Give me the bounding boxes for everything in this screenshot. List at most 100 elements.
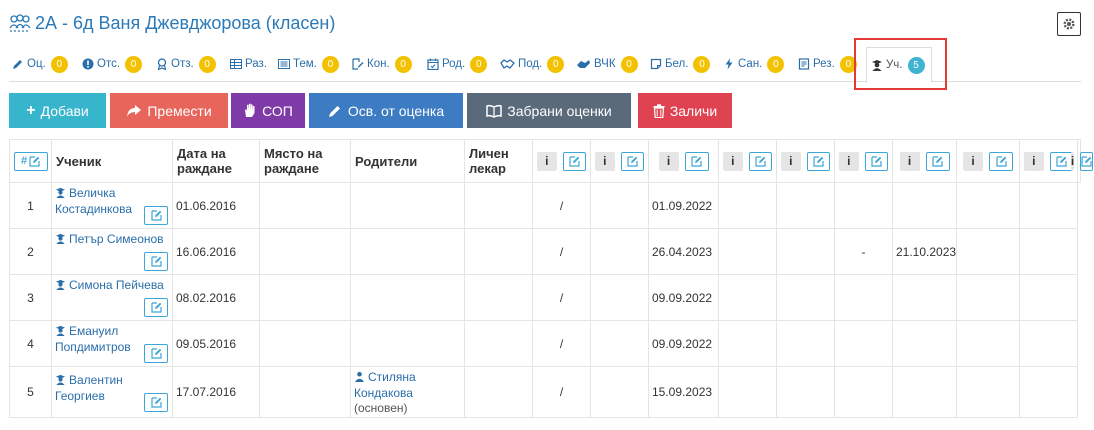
tab-label: Оц. xyxy=(27,58,46,70)
delete-button[interactable]: Заличи xyxy=(638,93,732,128)
col-header-extra: i xyxy=(1019,139,1078,183)
tab-label: Сан. xyxy=(738,58,763,70)
extra-cell xyxy=(590,274,649,321)
edit-student-button[interactable] xyxy=(144,298,168,317)
select-all-edit-button[interactable]: # xyxy=(13,151,48,171)
column-edit-button[interactable] xyxy=(620,151,644,171)
add-button[interactable]: + Добави xyxy=(9,93,106,128)
student-icon xyxy=(55,187,66,198)
plus-icon: + xyxy=(26,101,36,119)
edit-student-button[interactable] xyxy=(144,206,168,225)
sop-button[interactable]: СОП xyxy=(231,93,305,128)
edit-icon xyxy=(813,155,824,167)
table-row: 5 Валентин Георгиев 17.07.2016 Стиляна Конда… xyxy=(9,366,1081,418)
tab-grades[interactable]: Оц. 0 xyxy=(12,46,68,82)
move-button[interactable]: Премести xyxy=(110,93,228,128)
student-cell: Величка Костадинкова xyxy=(51,182,173,229)
edit-student-button[interactable] xyxy=(144,344,168,363)
student-icon xyxy=(55,233,66,244)
info-icon[interactable]: i xyxy=(1024,151,1044,171)
edit-icon xyxy=(150,302,162,313)
student-icon xyxy=(55,279,66,290)
info-icon[interactable]: i xyxy=(1070,151,1075,171)
students-table: # Ученик Дата на раждане Място на раждан… xyxy=(9,139,1094,418)
student-name-link[interactable]: Петър Симеонов xyxy=(55,232,164,246)
col-header-extra: i xyxy=(1070,139,1094,183)
tab-results[interactable]: Рез. 0 xyxy=(798,46,857,82)
tab-absences[interactable]: Отс. 0 xyxy=(82,46,143,82)
tab-topics[interactable]: Тем. 0 xyxy=(278,46,339,82)
edit-icon xyxy=(29,155,40,167)
tab-tests[interactable]: Кон. 0 xyxy=(352,46,412,82)
birthplace-cell xyxy=(259,320,351,367)
tab-sanctions[interactable]: Сан. 0 xyxy=(723,46,785,82)
column-edit-button[interactable] xyxy=(1080,151,1094,171)
settings-button[interactable] xyxy=(1057,12,1081,36)
forbid-grades-button[interactable]: Забрани оценки xyxy=(467,93,631,128)
info-icon[interactable]: i xyxy=(723,151,743,171)
column-edit-button[interactable] xyxy=(989,151,1013,171)
tab-extracurricular[interactable]: ВЧК 0 xyxy=(576,46,638,82)
tab-count-badge: 0 xyxy=(198,55,216,73)
parents-cell xyxy=(350,320,465,367)
edit-student-button[interactable] xyxy=(144,252,168,271)
student-name-link[interactable]: Емануил Попдимитров xyxy=(55,324,131,354)
column-edit-button[interactable] xyxy=(925,151,950,171)
extra-cell xyxy=(776,366,835,418)
column-edit-button[interactable] xyxy=(562,151,586,171)
column-edit-button[interactable] xyxy=(864,151,888,171)
document-icon xyxy=(798,58,810,70)
student-name-link[interactable]: Валентин Георгиев xyxy=(55,373,123,403)
col-header-extra: i xyxy=(776,139,835,183)
extra-cell: 09.09.2022 xyxy=(648,320,719,367)
tab-label: Кон. xyxy=(367,58,390,70)
row-number: 3 xyxy=(9,274,52,321)
student-name-line1: Величка xyxy=(69,186,116,200)
edit-icon xyxy=(691,155,702,167)
column-edit-button[interactable] xyxy=(1049,151,1073,171)
tab-support[interactable]: Под. 0 xyxy=(500,46,565,82)
parent-link[interactable]: Стиляна Кондакова xyxy=(354,370,416,400)
pencil-icon xyxy=(13,60,22,69)
tab-label: Отс. xyxy=(97,58,121,70)
student-name-link[interactable]: Симона Пейчева xyxy=(55,278,164,292)
info-icon[interactable]: i xyxy=(658,151,679,171)
column-edit-button[interactable] xyxy=(806,151,830,171)
info-icon[interactable]: i xyxy=(781,151,801,171)
extra-cell xyxy=(892,274,957,321)
edit-icon xyxy=(150,256,162,267)
extra-cell xyxy=(776,274,835,321)
edit-student-button[interactable] xyxy=(144,392,168,412)
info-icon[interactable]: i xyxy=(899,151,920,171)
col-header-extra: i xyxy=(532,139,591,183)
extra-cell xyxy=(590,320,649,367)
student-cell: Петър Симеонов xyxy=(51,228,173,275)
info-icon[interactable]: i xyxy=(963,151,983,171)
edit-icon xyxy=(995,155,1007,167)
tab-parent-meetings[interactable]: Род. 0 xyxy=(427,46,488,82)
column-edit-button[interactable] xyxy=(684,151,709,171)
exempt-button-label: Осв. от оценка xyxy=(347,102,445,119)
student-name-link[interactable]: Величка Костадинкова xyxy=(55,186,132,216)
extra-cell xyxy=(834,320,893,367)
student-icon xyxy=(55,374,66,385)
info-icon[interactable]: i xyxy=(839,151,859,171)
extra-cell xyxy=(718,274,777,321)
extra-cell xyxy=(590,228,649,275)
tab-count-badge: 0 xyxy=(693,55,711,73)
extra-cell xyxy=(776,182,835,229)
extra-cell xyxy=(718,228,777,275)
note-icon xyxy=(650,58,662,70)
column-edit-button[interactable] xyxy=(748,151,772,171)
edit-icon xyxy=(627,155,638,167)
exempt-button[interactable]: Осв. от оценка xyxy=(309,93,463,128)
tab-schedule[interactable]: Раз. xyxy=(230,46,267,82)
tab-notes[interactable]: Бел. 0 xyxy=(650,46,711,82)
info-icon[interactable]: i xyxy=(595,151,615,171)
student-name-line2: Георгиев xyxy=(55,388,105,403)
info-icon[interactable]: i xyxy=(537,151,557,171)
tab-remarks[interactable]: Отз. 0 xyxy=(156,46,216,82)
birthplace-cell xyxy=(259,182,351,229)
tab-label: Рез. xyxy=(813,58,835,70)
student-name-line1: Петър Симеонов xyxy=(69,232,164,246)
